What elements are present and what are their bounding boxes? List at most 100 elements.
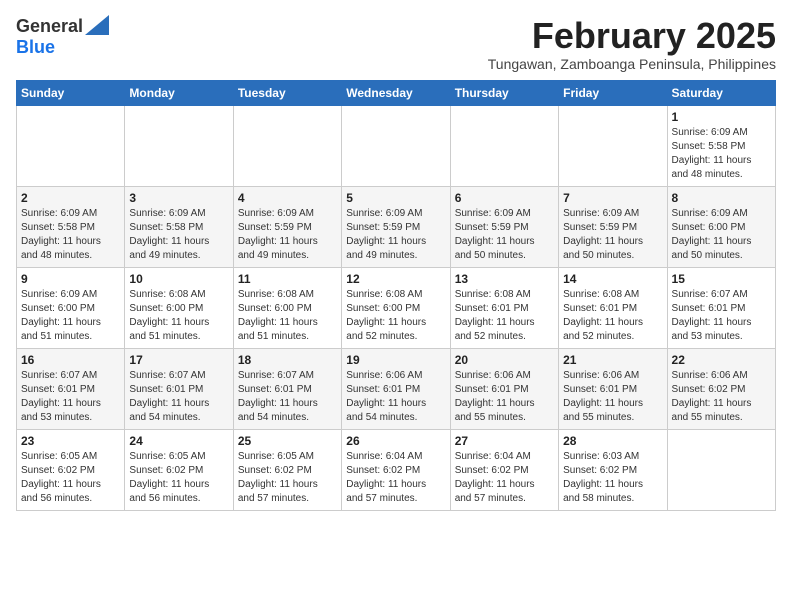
col-header-thursday: Thursday [450,80,558,105]
title-section: February 2025 Tungawan, Zamboanga Penins… [488,16,776,72]
day-number: 2 [21,191,120,205]
day-number: 10 [129,272,228,286]
day-info: Sunrise: 6:06 AM Sunset: 6:01 PM Dayligh… [455,369,554,425]
calendar-cell [667,429,775,510]
day-number: 13 [455,272,554,286]
day-number: 9 [21,272,120,286]
day-info: Sunrise: 6:06 AM Sunset: 6:01 PM Dayligh… [563,369,662,425]
day-info: Sunrise: 6:08 AM Sunset: 6:00 PM Dayligh… [129,288,228,344]
day-number: 22 [672,353,771,367]
day-number: 6 [455,191,554,205]
day-number: 11 [238,272,337,286]
day-number: 8 [672,191,771,205]
calendar-cell: 5 Sunrise: 6:09 AM Sunset: 5:59 PM Daylig… [342,186,450,267]
calendar-cell [125,105,233,186]
calendar-cell [559,105,667,186]
calendar-cell: 8 Sunrise: 6:09 AM Sunset: 6:00 PM Daylig… [667,186,775,267]
calendar-table: SundayMondayTuesdayWednesdayThursdayFrid… [16,80,776,511]
day-info: Sunrise: 6:07 AM Sunset: 6:01 PM Dayligh… [672,288,771,344]
day-number: 17 [129,353,228,367]
day-number: 14 [563,272,662,286]
calendar-cell: 22 Sunrise: 6:06 AM Sunset: 6:02 PM Dayli… [667,348,775,429]
calendar-cell: 21 Sunrise: 6:06 AM Sunset: 6:01 PM Dayli… [559,348,667,429]
day-number: 27 [455,434,554,448]
calendar-subtitle: Tungawan, Zamboanga Peninsula, Philippin… [488,56,776,72]
col-header-sunday: Sunday [17,80,125,105]
day-info: Sunrise: 6:06 AM Sunset: 6:02 PM Dayligh… [672,369,771,425]
day-info: Sunrise: 6:09 AM Sunset: 6:00 PM Dayligh… [21,288,120,344]
day-number: 1 [672,110,771,124]
col-header-tuesday: Tuesday [233,80,341,105]
calendar-cell: 9 Sunrise: 6:09 AM Sunset: 6:00 PM Daylig… [17,267,125,348]
day-number: 25 [238,434,337,448]
day-info: Sunrise: 6:08 AM Sunset: 6:00 PM Dayligh… [238,288,337,344]
calendar-cell: 18Sunrise: 6:07 AM Sunset: 6:01 PM Dayli… [233,348,341,429]
day-info: Sunrise: 6:07 AM Sunset: 6:01 PM Dayligh… [238,369,337,425]
day-number: 7 [563,191,662,205]
calendar-cell: 11 Sunrise: 6:08 AM Sunset: 6:00 PM Dayli… [233,267,341,348]
calendar-cell: 19 Sunrise: 6:06 AM Sunset: 6:01 PM Dayli… [342,348,450,429]
logo-icon [85,15,109,35]
calendar-header-row: SundayMondayTuesdayWednesdayThursdayFrid… [17,80,776,105]
day-number: 21 [563,353,662,367]
day-info: Sunrise: 6:08 AM Sunset: 6:01 PM Dayligh… [455,288,554,344]
calendar-cell: 1 Sunrise: 6:09 AM Sunset: 5:58 PM Daylig… [667,105,775,186]
col-header-monday: Monday [125,80,233,105]
calendar-cell: 23 Sunrise: 6:05 AM Sunset: 6:02 PM Dayli… [17,429,125,510]
day-info: Sunrise: 6:08 AM Sunset: 6:00 PM Dayligh… [346,288,445,344]
day-number: 28 [563,434,662,448]
day-number: 4 [238,191,337,205]
day-info: Sunrise: 6:09 AM Sunset: 6:00 PM Dayligh… [672,207,771,263]
day-info: Sunrise: 6:09 AM Sunset: 5:59 PM Dayligh… [238,207,337,263]
calendar-cell: 3 Sunrise: 6:09 AM Sunset: 5:58 PM Daylig… [125,186,233,267]
day-info: Sunrise: 6:03 AM Sunset: 6:02 PM Dayligh… [563,450,662,506]
calendar-cell: 2 Sunrise: 6:09 AM Sunset: 5:58 PM Daylig… [17,186,125,267]
logo-blue-text: Blue [16,37,55,58]
day-number: 5 [346,191,445,205]
day-number: 19 [346,353,445,367]
calendar-week-row: 9 Sunrise: 6:09 AM Sunset: 6:00 PM Daylig… [17,267,776,348]
calendar-cell: 15Sunrise: 6:07 AM Sunset: 6:01 PM Dayli… [667,267,775,348]
calendar-cell: 10 Sunrise: 6:08 AM Sunset: 6:00 PM Dayli… [125,267,233,348]
calendar-cell: 28 Sunrise: 6:03 AM Sunset: 6:02 PM Dayli… [559,429,667,510]
day-number: 16 [21,353,120,367]
day-info: Sunrise: 6:09 AM Sunset: 5:59 PM Dayligh… [455,207,554,263]
calendar-cell [233,105,341,186]
day-info: Sunrise: 6:05 AM Sunset: 6:02 PM Dayligh… [21,450,120,506]
day-info: Sunrise: 6:07 AM Sunset: 6:01 PM Dayligh… [21,369,120,425]
calendar-week-row: 16 Sunrise: 6:07 AM Sunset: 6:01 PM Dayli… [17,348,776,429]
calendar-cell: 16 Sunrise: 6:07 AM Sunset: 6:01 PM Dayli… [17,348,125,429]
calendar-cell: 26Sunrise: 6:04 AM Sunset: 6:02 PM Dayli… [342,429,450,510]
calendar-cell: 20 Sunrise: 6:06 AM Sunset: 6:01 PM Dayli… [450,348,558,429]
calendar-week-row: 2 Sunrise: 6:09 AM Sunset: 5:58 PM Daylig… [17,186,776,267]
calendar-cell: 17 Sunrise: 6:07 AM Sunset: 6:01 PM Dayli… [125,348,233,429]
day-info: Sunrise: 6:09 AM Sunset: 5:58 PM Dayligh… [21,207,120,263]
logo-general-text: General [16,16,83,37]
day-info: Sunrise: 6:05 AM Sunset: 6:02 PM Dayligh… [129,450,228,506]
calendar-cell: 27 Sunrise: 6:04 AM Sunset: 6:02 PM Dayli… [450,429,558,510]
day-info: Sunrise: 6:05 AM Sunset: 6:02 PM Dayligh… [238,450,337,506]
calendar-cell: 14 Sunrise: 6:08 AM Sunset: 6:01 PM Dayli… [559,267,667,348]
calendar-title: February 2025 [488,16,776,56]
day-info: Sunrise: 6:09 AM Sunset: 5:59 PM Dayligh… [346,207,445,263]
day-number: 20 [455,353,554,367]
calendar-cell: 25 Sunrise: 6:05 AM Sunset: 6:02 PM Dayli… [233,429,341,510]
day-number: 12 [346,272,445,286]
day-info: Sunrise: 6:09 AM Sunset: 5:58 PM Dayligh… [129,207,228,263]
day-info: Sunrise: 6:04 AM Sunset: 6:02 PM Dayligh… [455,450,554,506]
calendar-cell: 6 Sunrise: 6:09 AM Sunset: 5:59 PM Daylig… [450,186,558,267]
calendar-cell [450,105,558,186]
calendar-week-row: 23 Sunrise: 6:05 AM Sunset: 6:02 PM Dayli… [17,429,776,510]
day-info: Sunrise: 6:07 AM Sunset: 6:01 PM Dayligh… [129,369,228,425]
page-header: General Blue February 2025 Tungawan, Zam… [16,16,776,72]
day-info: Sunrise: 6:09 AM Sunset: 5:58 PM Dayligh… [672,126,771,182]
day-number: 23 [21,434,120,448]
calendar-cell: 24 Sunrise: 6:05 AM Sunset: 6:02 PM Dayli… [125,429,233,510]
day-info: Sunrise: 6:06 AM Sunset: 6:01 PM Dayligh… [346,369,445,425]
col-header-friday: Friday [559,80,667,105]
calendar-cell: 12 Sunrise: 6:08 AM Sunset: 6:00 PM Dayli… [342,267,450,348]
day-info: Sunrise: 6:08 AM Sunset: 6:01 PM Dayligh… [563,288,662,344]
day-number: 3 [129,191,228,205]
day-number: 24 [129,434,228,448]
calendar-cell: 7Sunrise: 6:09 AM Sunset: 5:59 PM Daylig… [559,186,667,267]
